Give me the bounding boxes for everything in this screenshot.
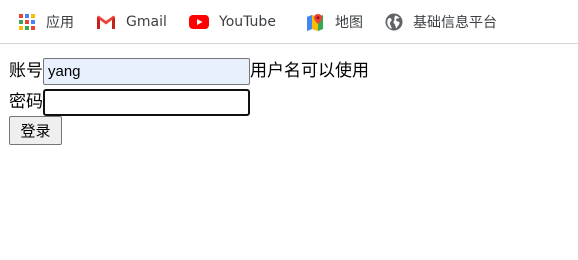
globe-icon (385, 13, 403, 31)
account-input[interactable] (43, 57, 250, 85)
youtube-icon (189, 13, 209, 31)
account-row: 账号 用户名可以使用 (9, 57, 369, 85)
bookmark-youtube[interactable]: YouTube (189, 10, 276, 34)
bookmark-site-label: 基础信息平台 (413, 15, 497, 31)
bookmark-maps-label: 地图 (335, 15, 363, 31)
account-hint: 用户名可以使用 (250, 61, 369, 81)
bookmark-youtube-label: YouTube (219, 14, 276, 30)
account-label: 账号 (9, 61, 43, 81)
gmail-icon (96, 13, 116, 31)
bookmark-gmail-label: Gmail (126, 14, 167, 30)
bookmark-maps[interactable]: 地图 (305, 10, 363, 34)
bookmark-gmail[interactable]: Gmail (96, 10, 167, 34)
apps-grid-icon (18, 13, 36, 31)
bookmark-apps[interactable]: 应用 (18, 10, 74, 34)
password-input[interactable] (43, 88, 250, 116)
login-button[interactable]: 登录 (9, 116, 62, 145)
bookmark-apps-label: 应用 (46, 15, 74, 31)
bookmark-site[interactable]: 基础信息平台 (385, 10, 497, 34)
bookmarks-bar: 应用 Gmail YouTube 地图 基础信息平台 (0, 0, 578, 44)
login-row: 登录 (9, 116, 62, 145)
password-label: 密码 (9, 92, 43, 112)
maps-icon (305, 13, 325, 31)
password-row: 密码 (9, 88, 250, 116)
